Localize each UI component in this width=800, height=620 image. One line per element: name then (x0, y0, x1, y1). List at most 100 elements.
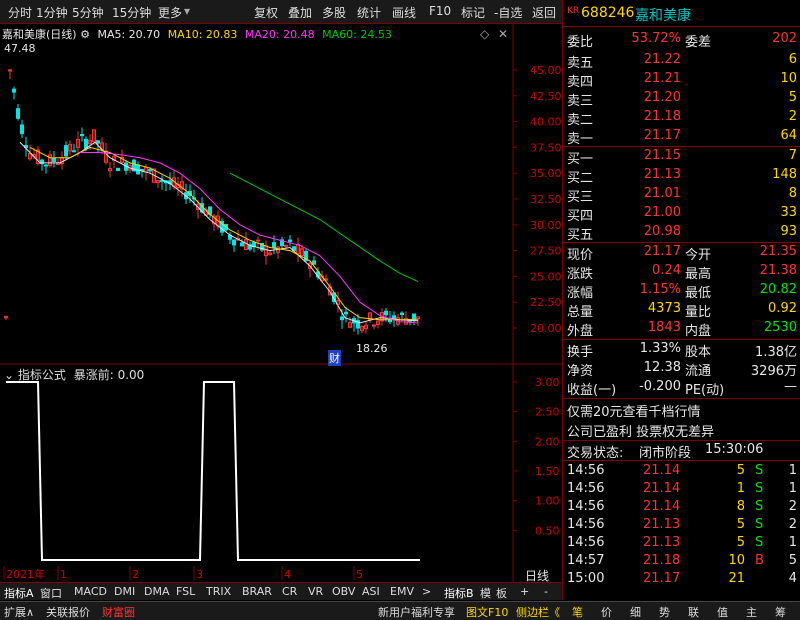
indicator-tab[interactable]: TRIX (206, 585, 231, 598)
quote-view-tab[interactable]: 细 (630, 604, 641, 620)
indicator-tick-label: 0.50 (535, 524, 560, 537)
indicator-tick-label: 2.50 (535, 406, 560, 419)
indicator-tab[interactable]: 窗口 (40, 585, 62, 601)
indicator-tab[interactable]: FSL (176, 585, 195, 598)
sidebar-toggle[interactable]: 侧边栏《 (516, 604, 560, 620)
panel-divider (562, 26, 800, 27)
panel-divider (562, 398, 800, 399)
date-tick-label: 2021年 (6, 567, 45, 581)
fuquan-button[interactable]: 复权 (254, 4, 278, 21)
ma5-line (19, 141, 419, 324)
period-label[interactable]: 日线 (525, 567, 549, 584)
panel-divider (562, 460, 800, 461)
candle-body (64, 145, 68, 157)
expand-button[interactable]: 扩展∧ (4, 604, 34, 620)
indicator-tab[interactable]: 指标B (444, 585, 474, 601)
kline-chart[interactable]: 45.0042.5040.0037.5035.0032.5030.0027.50… (0, 24, 562, 582)
remove-favorite-button[interactable]: -自选 (494, 4, 522, 21)
price-tick-label: 35.00 (530, 167, 562, 180)
indicator-tab[interactable]: CR (282, 585, 297, 598)
quote-view-tab[interactable]: 势 (659, 604, 670, 620)
diamond-icon[interactable]: ◇ (480, 27, 489, 41)
notice-row: 仅需20元查看千档行情 (567, 405, 701, 420)
stat-row: 外盘 1843 内盘 2530 (567, 320, 797, 339)
quote-view-tab[interactable]: 筹 (775, 604, 786, 620)
tab-more[interactable]: 更多 (158, 4, 182, 21)
indicator-chart: 3.00 2.50 2.00 1.50 1.00 0.50 (6, 376, 560, 561)
ma5-value: MA5: 20.70 (97, 28, 161, 41)
weibi-row: 委比 53.72% 委差 202 (567, 31, 797, 50)
price-tick-label: 37.50 (530, 141, 562, 154)
panel-divider (562, 146, 800, 147)
tick-row: 14:56 21.14 5 S 1 (567, 463, 797, 478)
tick-row: 14:57 21.18 10 B 5 (567, 553, 797, 568)
candle-body (392, 315, 396, 320)
tab-5min[interactable]: 5分钟 (72, 4, 104, 21)
price-tick-label: 25.00 (530, 270, 562, 283)
ask-row: 卖二 21.18 2 (567, 109, 797, 128)
indicator-dropdown-icon[interactable]: ⌄ (4, 368, 14, 382)
high-price-mark: 47.48 (4, 42, 36, 55)
tick-row: 14:56 21.13 5 S 1 (567, 535, 797, 550)
quote-view-tab[interactable]: 价 (601, 604, 612, 620)
indicator-tab[interactable]: MACD (74, 585, 107, 598)
back-button[interactable]: 返回 (532, 4, 556, 21)
indicator-formula-label[interactable]: 指标公式 (18, 368, 66, 382)
indicator-tab[interactable]: DMA (144, 585, 170, 598)
draw-line-button[interactable]: 画线 (392, 4, 416, 21)
panel-divider (562, 339, 800, 340)
quote-view-tab[interactable]: 笔 (572, 604, 583, 620)
multi-stock-button[interactable]: 多股 (322, 4, 346, 21)
indicator-tab[interactable]: - (544, 585, 548, 598)
ask-row: 卖四 21.21 10 (567, 71, 797, 90)
indicator-tab[interactable]: ASI (362, 585, 380, 598)
candle-body (272, 242, 276, 249)
indicator-value: 暴涨前: 0.00 (73, 368, 145, 382)
stat-row: 现价 21.17 今开 21.35 (567, 244, 797, 263)
indicator-tab[interactable]: + (520, 585, 529, 598)
stat2-row: 净资 12.38 流通 3296万 (567, 360, 797, 379)
close-icon[interactable]: ✕ (498, 27, 508, 41)
bid-row: 买四 21.00 33 (567, 205, 797, 224)
related-quote-tab[interactable]: 关联报价 (46, 604, 90, 620)
more-chevron-icon[interactable]: ▾ (184, 4, 190, 18)
candle-body (96, 140, 100, 144)
tab-fenshi[interactable]: 分时 (8, 4, 32, 21)
date-axis: 2021年 1 2 3 4 5 (3, 566, 363, 581)
indicator-tab[interactable]: 板 (496, 585, 507, 601)
date-tick-label: 4 (284, 568, 291, 581)
candle-body (240, 242, 244, 247)
candle-body (20, 124, 24, 134)
tab-1min[interactable]: 1分钟 (36, 4, 68, 21)
price-tick-label: 45.00 (530, 64, 562, 77)
candle-body (148, 169, 152, 172)
indicator-tab[interactable]: 模 (480, 585, 491, 601)
promo-link[interactable]: 新用户福利专享 (378, 604, 455, 620)
settings-gear-icon[interactable]: ⚙ (80, 28, 90, 41)
wealth-circle-tab[interactable]: 财富圈 (102, 604, 135, 620)
indicator-tab[interactable]: EMV (390, 585, 414, 598)
f10-button[interactable]: F10 (429, 4, 451, 18)
ask-row: 卖三 21.20 5 (567, 90, 797, 109)
financial-report-marker[interactable]: 财 (328, 350, 341, 366)
indicator-tab[interactable]: DMI (114, 585, 135, 598)
indicator-tab[interactable]: > (422, 585, 431, 598)
quote-view-tab[interactable]: 联 (688, 604, 699, 620)
tab-15min[interactable]: 15分钟 (112, 4, 151, 21)
overlay-button[interactable]: 叠加 (288, 4, 312, 21)
price-tick-label: 40.00 (530, 116, 562, 129)
statistics-button[interactable]: 统计 (357, 4, 381, 21)
quote-view-tab[interactable]: 主 (746, 604, 757, 620)
trade-status-row: 交易状态: 闭市阶段 15:30:06 (567, 442, 764, 461)
indicator-tick-label: 1.50 (535, 465, 560, 478)
stat2-row: 收益(一) -0.200 PE(动) — (567, 379, 797, 398)
low-price-mark: 18.26 (356, 342, 388, 355)
f10-graphic-tab[interactable]: 图文F10 (466, 604, 508, 620)
quote-view-tab[interactable]: 值 (717, 604, 728, 620)
candle-body (340, 316, 344, 321)
mark-button[interactable]: 标记 (461, 4, 485, 21)
indicator-tab[interactable]: OBV (332, 585, 355, 598)
indicator-tab[interactable]: VR (308, 585, 323, 598)
indicator-tab[interactable]: 指标A (4, 585, 34, 601)
indicator-tab[interactable]: BRAR (242, 585, 272, 598)
